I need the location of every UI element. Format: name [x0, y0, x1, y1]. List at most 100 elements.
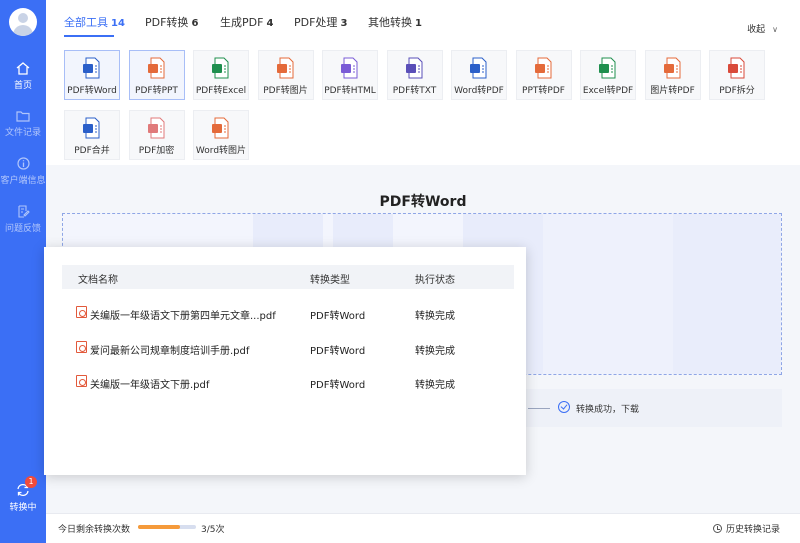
feedback-icon [17, 205, 30, 218]
active-tab-indicator [64, 35, 114, 37]
collapse-label: 收起 [747, 25, 766, 35]
excel-to-pdf-icon [598, 57, 618, 79]
tool-excel-button[interactable]: PDF转Excel [193, 50, 249, 100]
table-row[interactable]: 关编版一年级语文下册第四单元文章...pdf PDF转Word 转换完成 [44, 303, 526, 323]
tab-count: 3 [340, 18, 348, 29]
column-header-status: 执行状态 [415, 275, 455, 286]
chevron-down-icon: ∨ [772, 25, 778, 34]
tool-label: PDF拆分 [719, 86, 755, 96]
converting-label: 转换中 [9, 503, 37, 513]
check-circle-icon [558, 401, 570, 413]
image-to-pdf-icon [663, 57, 683, 79]
tool-label: 图片转PDF [650, 86, 695, 96]
sidebar-item-feedback[interactable]: 问题反馈 [0, 205, 46, 234]
tool-lock-button[interactable]: PDF加密 [128, 110, 185, 160]
tool-image-button[interactable]: PDF转图片 [257, 50, 314, 100]
quota-count: 3/5次 [201, 525, 225, 535]
tab-count: 14 [111, 18, 125, 29]
tool-label: PDF转图片 [263, 86, 308, 96]
status-download-link[interactable]: 转换成功，下载 [576, 402, 639, 415]
tool-word-to-pdf-button[interactable]: Word转PDF [451, 50, 507, 100]
file-name: 关编版一年级语文下册.pdf [90, 380, 210, 391]
tool-txt-button[interactable]: PDF转TXT [386, 50, 443, 100]
tab-count: 1 [415, 18, 422, 29]
tool-label: PDF加密 [138, 146, 175, 156]
tool-word-button[interactable]: PDF转Word [64, 50, 120, 100]
collapse-button[interactable]: 收起 ∨ [747, 22, 778, 35]
conversion-status-text: 转换完成 [415, 311, 455, 322]
tool-html-button[interactable]: PDF转HTML [322, 50, 378, 100]
header: 全部工具 14 PDF转换 6 生成PDF 4 PDF处理 3 其他转换 1 收起 ∨ [46, 0, 800, 40]
clock-icon [712, 524, 722, 533]
tab-pdf-process[interactable]: PDF处理 3 [294, 14, 347, 30]
quota-progress [138, 525, 196, 529]
quota-label: 今日剩余转换次数 [58, 525, 131, 535]
tool-label: PDF转PPT [135, 86, 178, 96]
tool-label: PDF转Excel [195, 86, 247, 96]
tab-count: 4 [266, 18, 274, 29]
tool-label: Word转图片 [195, 146, 247, 156]
ppt-to-pdf-icon [534, 57, 554, 79]
pdf-file-icon [76, 306, 87, 318]
conversion-type: PDF转Word [310, 380, 366, 391]
tool-split-button[interactable]: PDF拆分 [709, 50, 765, 100]
tab-pdf-convert[interactable]: PDF转换 6 [145, 14, 198, 30]
tool-ppt-to-pdf-button[interactable]: PPT转PDF [515, 50, 572, 100]
conversion-type: PDF转Word [310, 311, 366, 322]
table-header: 文档名称 转换类型 执行状态 [62, 265, 514, 289]
tool-ppt-button[interactable]: PDF转PPT [128, 50, 185, 100]
pdf-file-icon [76, 341, 87, 353]
pdf-file-icon [76, 375, 87, 387]
tool-label: PPT转PDF [522, 86, 565, 96]
tool-label: Word转PDF [454, 86, 504, 96]
tab-create-pdf[interactable]: 生成PDF 4 [220, 14, 273, 30]
sidebar-item-home[interactable]: 首页 [0, 62, 46, 91]
merge-icon [82, 117, 102, 139]
avatar[interactable] [9, 8, 37, 36]
tool-image-to-pdf-button[interactable]: 图片转PDF [644, 50, 701, 100]
html-icon [340, 57, 360, 79]
table-row[interactable]: 爱问最新公司规章制度培训手册.pdf PDF转Word 转换完成 [44, 338, 526, 358]
conversion-status-text: 转换完成 [415, 380, 455, 391]
sidebar-item-files[interactable]: 文件记录 [0, 110, 46, 138]
converting-indicator[interactable]: 转换中 1 [0, 476, 46, 513]
history-label: 历史转换记录 [725, 525, 780, 535]
sidebar-item-client-info[interactable]: 客户端信息 [0, 157, 46, 186]
txt-icon [405, 57, 425, 79]
sidebar-item-label: 文件记录 [4, 128, 41, 138]
page-title: PDF转Word [379, 194, 467, 210]
home-icon [16, 62, 30, 75]
word-icon [82, 57, 102, 79]
quota-progress-fill [138, 525, 180, 529]
conversion-type: PDF转Word [310, 346, 366, 357]
column-header-type: 转换类型 [310, 275, 350, 286]
tab-label: 全部工具 [64, 16, 108, 29]
file-name: 爱问最新公司规章制度培训手册.pdf [90, 346, 250, 357]
tab-label: 生成PDF [220, 16, 264, 29]
tab-label: PDF转换 [145, 16, 189, 29]
tab-all-tools[interactable]: 全部工具 14 [64, 14, 125, 30]
tool-label: PDF转Word [67, 86, 117, 96]
tab-label: PDF处理 [294, 16, 338, 29]
tool-label: PDF转TXT [392, 86, 437, 96]
sidebar-item-label: 问题反馈 [4, 224, 41, 234]
conversion-list-panel: 文档名称 转换类型 执行状态 关编版一年级语文下册第四单元文章...pdf PD… [44, 247, 526, 475]
status-connector [528, 408, 550, 409]
sidebar: 首页 文件记录 客户端信息 问题反馈 转换中 1 [0, 0, 46, 543]
table-row[interactable]: 关编版一年级语文下册.pdf PDF转Word 转换完成 [44, 372, 526, 392]
tool-label: PDF合并 [74, 146, 110, 156]
word-to-image-icon [211, 117, 231, 139]
tab-other-convert[interactable]: 其他转换 1 [368, 14, 422, 30]
tool-merge-button[interactable]: PDF合并 [64, 110, 120, 160]
tab-label: 其他转换 [368, 16, 412, 29]
tool-label: Excel转PDF [582, 86, 634, 96]
conversion-status: 转换成功，下载 [524, 389, 782, 427]
lock-icon [147, 117, 167, 139]
sidebar-item-label: 客户端信息 [0, 176, 46, 186]
word-to-pdf-icon [469, 57, 489, 79]
tool-word-to-image-button[interactable]: Word转图片 [193, 110, 249, 160]
column-header-name: 文档名称 [78, 275, 118, 286]
tool-grid: PDF转Word PDF转PPT PDF转Excel PDF转图片 PDF转HTML PD… [46, 40, 800, 165]
history-button[interactable]: 历史转换记录 [712, 522, 780, 535]
tool-excel-to-pdf-button[interactable]: Excel转PDF [580, 50, 636, 100]
